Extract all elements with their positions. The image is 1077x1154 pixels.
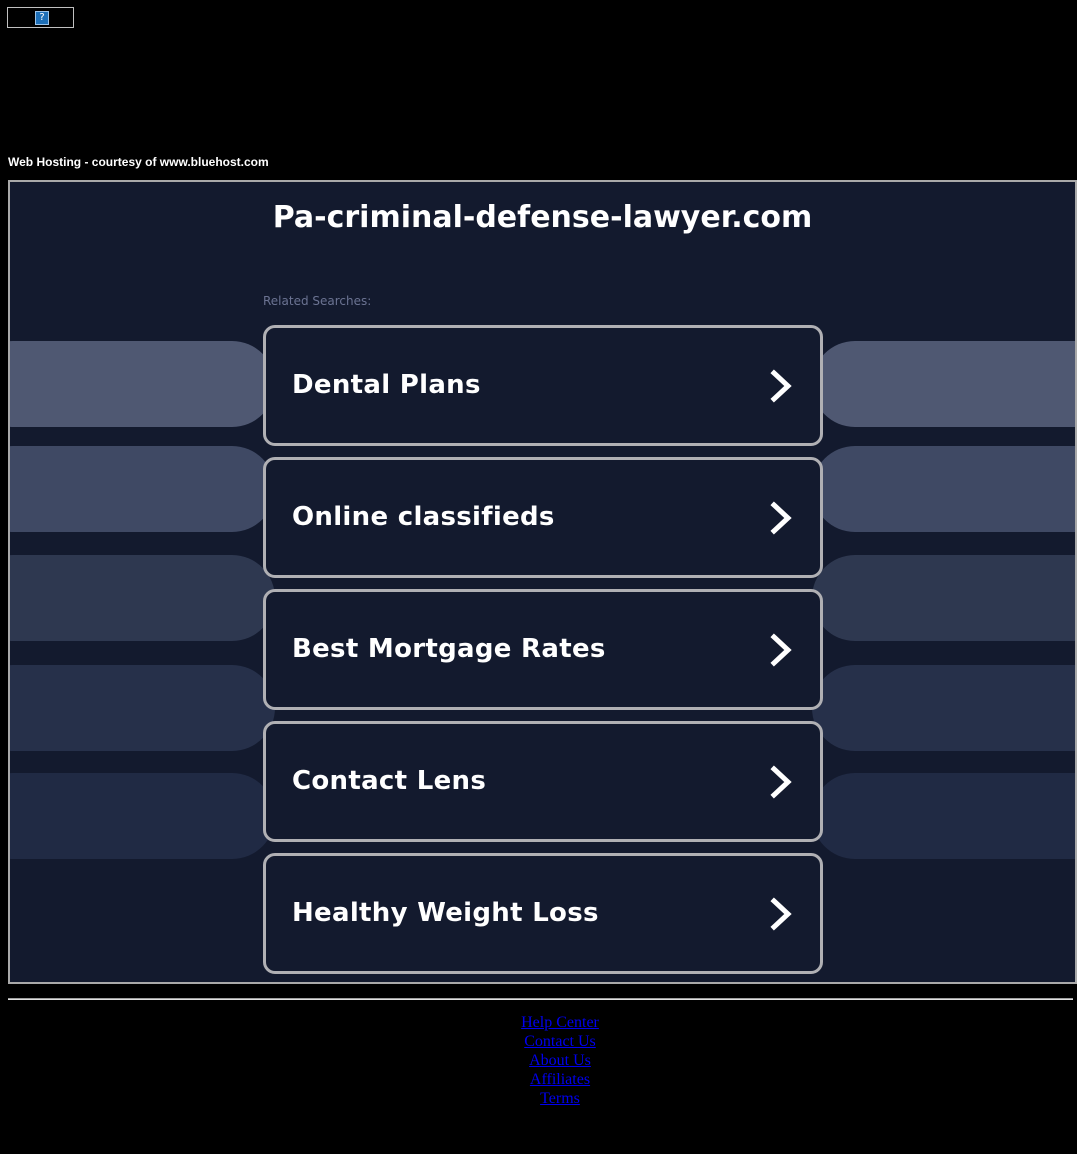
footer-divider [8, 998, 1073, 1000]
chevron-right-icon [770, 501, 792, 535]
search-link-online-classifieds[interactable]: Online classifieds [263, 457, 823, 578]
search-link-label: Dental Plans [292, 370, 481, 400]
related-searches-label: Related Searches: [263, 294, 372, 308]
footer-link-about-us[interactable]: About Us [8, 1051, 1077, 1070]
decorative-pill [10, 773, 275, 859]
decorative-pill [812, 446, 1075, 532]
banner-ad[interactable]: ? [7, 7, 74, 28]
site-title: Pa-criminal-defense-lawyer.com [272, 200, 813, 235]
footer-link-terms[interactable]: Terms [8, 1089, 1077, 1108]
decorative-pill [812, 341, 1075, 427]
search-link-label: Contact Lens [292, 766, 487, 796]
parked-domain-frame: Pa-criminal-defense-lawyer.com Related S… [8, 180, 1077, 984]
chevron-right-icon [770, 369, 792, 403]
footer-links: Help Center Contact Us About Us Affiliat… [8, 1013, 1077, 1108]
search-link-healthy-weight-loss[interactable]: Healthy Weight Loss [263, 853, 823, 974]
chevron-right-icon [770, 765, 792, 799]
chevron-right-icon [770, 897, 792, 931]
search-link-dental-plans[interactable]: Dental Plans [263, 325, 823, 446]
decorative-pill [10, 446, 275, 532]
search-link-label: Online classifieds [292, 502, 555, 532]
broken-image-icon: ? [35, 11, 49, 25]
decorative-pill [812, 555, 1075, 641]
decorative-pill [812, 665, 1075, 751]
chevron-right-icon [770, 633, 792, 667]
decorative-pill [10, 555, 275, 641]
footer-link-contact-us[interactable]: Contact Us [8, 1032, 1077, 1051]
footer-link-affiliates[interactable]: Affiliates [8, 1070, 1077, 1089]
decorative-pill [10, 341, 275, 427]
search-link-label: Best Mortgage Rates [292, 634, 606, 664]
hosting-credit[interactable]: Web Hosting - courtesy of www.bluehost.c… [8, 155, 269, 169]
decorative-pill [812, 773, 1075, 859]
decorative-pill [10, 665, 275, 751]
search-link-label: Healthy Weight Loss [292, 898, 599, 928]
footer-link-help-center[interactable]: Help Center [8, 1013, 1077, 1032]
search-link-best-mortgage-rates[interactable]: Best Mortgage Rates [263, 589, 823, 710]
search-link-contact-lens[interactable]: Contact Lens [263, 721, 823, 842]
page: ? Web Hosting - courtesy of www.bluehost… [0, 0, 1077, 1154]
